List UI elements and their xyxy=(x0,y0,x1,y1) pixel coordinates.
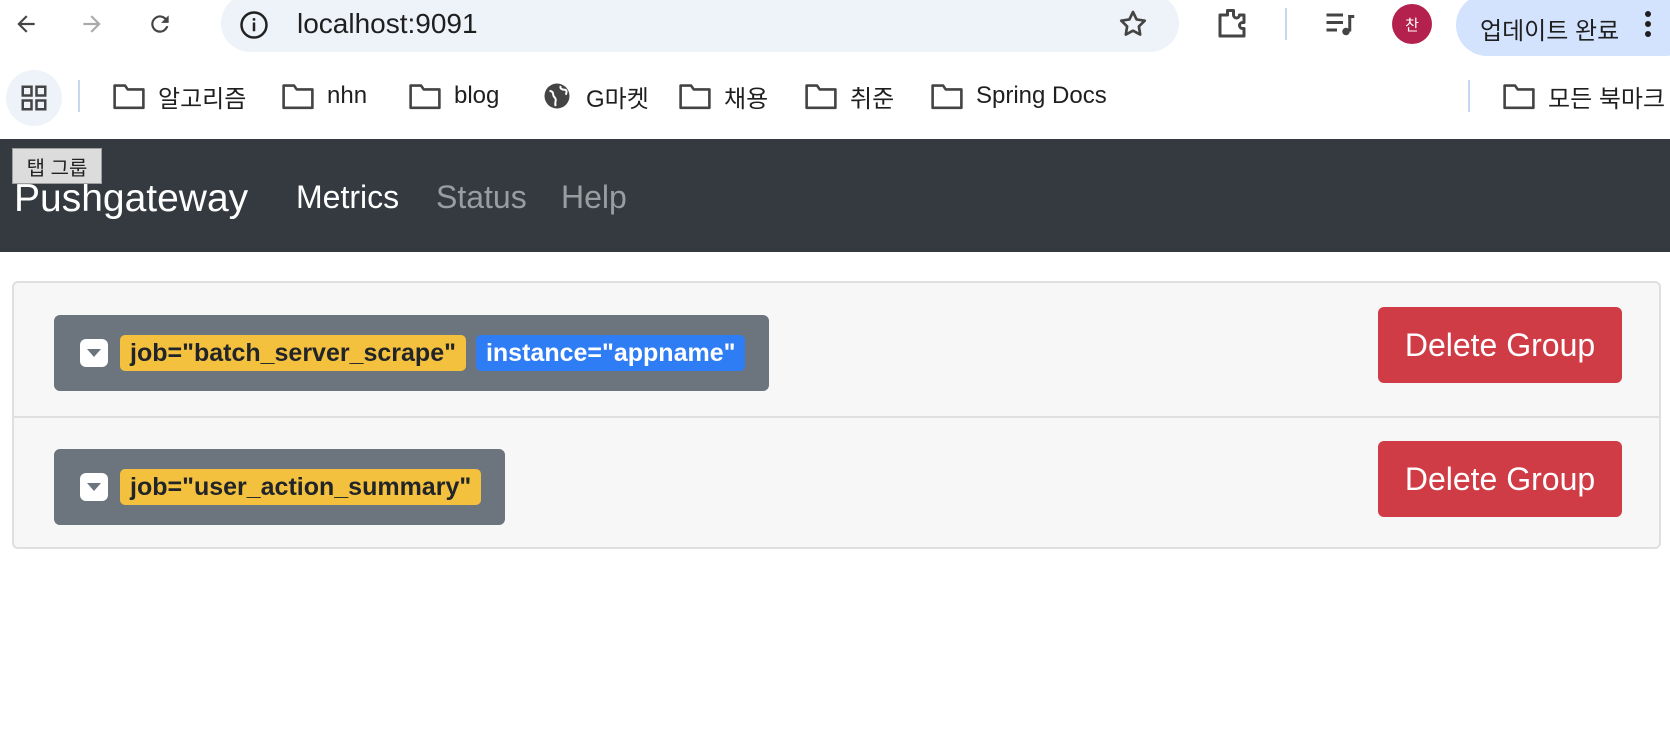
job-label-badge: job="batch_server_scrape" xyxy=(120,335,466,371)
expand-caret-icon xyxy=(80,339,108,367)
delete-group-button[interactable]: Delete Group xyxy=(1378,441,1622,517)
folder-icon xyxy=(1503,84,1535,110)
arrow-left-icon xyxy=(17,15,35,33)
all-bookmarks-label: 모든 북마크 xyxy=(1548,85,1666,113)
forward-button[interactable] xyxy=(72,4,112,44)
bookmark-label: blog xyxy=(454,82,500,109)
update-label: 업데이트 완료 xyxy=(1480,18,1620,45)
url-text: localhost:9091 xyxy=(297,8,478,39)
media-control-icon[interactable] xyxy=(1322,6,1358,42)
nav-link-metrics[interactable]: Metrics xyxy=(296,179,399,216)
folder-icon xyxy=(409,84,441,110)
nav-link-status[interactable]: Status xyxy=(436,179,527,216)
browser-toolbar: localhost:9091 찬 업데이트 완료 xyxy=(0,0,1670,56)
apps-button[interactable] xyxy=(6,70,62,126)
folder-icon xyxy=(282,84,314,110)
group-header-toggle[interactable]: job="batch_server_scrape" instance="appn… xyxy=(54,315,770,391)
delete-group-button[interactable]: Delete Group xyxy=(1378,307,1622,383)
reload-button[interactable] xyxy=(140,4,180,44)
reload-icon xyxy=(151,15,169,33)
bookmark-item[interactable]: 채용 xyxy=(678,76,768,116)
instance-label-badge: instance="appname" xyxy=(475,335,746,371)
nav-link-help[interactable]: Help xyxy=(561,179,627,216)
address-bar[interactable]: localhost:9091 xyxy=(221,0,1179,52)
bookmark-label: 취준 xyxy=(850,85,895,113)
globe-icon xyxy=(544,83,570,109)
app-navbar: Pushgateway Metrics Status Help xyxy=(0,139,1670,252)
folder-icon xyxy=(931,84,963,110)
bookmark-label: 채용 xyxy=(724,85,769,113)
site-info-icon[interactable] xyxy=(239,10,269,40)
folder-icon xyxy=(113,84,145,110)
group-row: job="user_action_summary" Delete Group xyxy=(14,416,1659,549)
folder-icon xyxy=(679,84,711,110)
bookmark-label: G마켓 xyxy=(586,85,649,113)
bookmark-label: 알고리즘 xyxy=(158,85,247,113)
tab-group-tooltip: 탭 그룹 xyxy=(12,148,102,184)
bookmark-item[interactable]: blog xyxy=(408,76,499,116)
bookmark-item[interactable]: G마켓 xyxy=(540,76,649,116)
bookmark-label: nhn xyxy=(327,82,368,109)
folder-icon xyxy=(805,84,837,110)
group-header-toggle[interactable]: job="user_action_summary" xyxy=(54,449,506,525)
all-bookmarks-item[interactable]: 모든 북마크 xyxy=(1502,76,1665,116)
toolbar-divider xyxy=(1285,8,1287,40)
bookmark-label: Spring Docs xyxy=(976,82,1107,109)
bookmark-item[interactable]: nhn xyxy=(281,76,367,116)
bookmarks-divider xyxy=(1468,80,1470,112)
profile-avatar[interactable]: 찬 xyxy=(1392,4,1432,44)
bookmark-star-icon[interactable] xyxy=(1117,8,1149,40)
more-menu-icon[interactable] xyxy=(1638,8,1658,40)
apps-grid-icon xyxy=(21,85,47,111)
arrow-right-icon xyxy=(83,15,101,33)
expand-caret-icon xyxy=(80,473,108,501)
extensions-icon[interactable] xyxy=(1214,6,1250,42)
bookmarks-divider xyxy=(78,80,80,112)
group-row: job="batch_server_scrape" instance="appn… xyxy=(14,283,1659,416)
metric-groups-list: job="batch_server_scrape" instance="appn… xyxy=(12,281,1661,549)
bookmark-item[interactable]: 알고리즘 xyxy=(112,76,246,116)
bookmark-item[interactable]: Spring Docs xyxy=(930,76,1107,116)
back-button[interactable] xyxy=(6,4,46,44)
job-label-badge: job="user_action_summary" xyxy=(120,469,482,505)
bookmark-item[interactable]: 취준 xyxy=(804,76,894,116)
bookmarks-bar: 알고리즘 nhn blog G마켓 채용 취준 Spring Docs 모든 북… xyxy=(0,62,1670,130)
